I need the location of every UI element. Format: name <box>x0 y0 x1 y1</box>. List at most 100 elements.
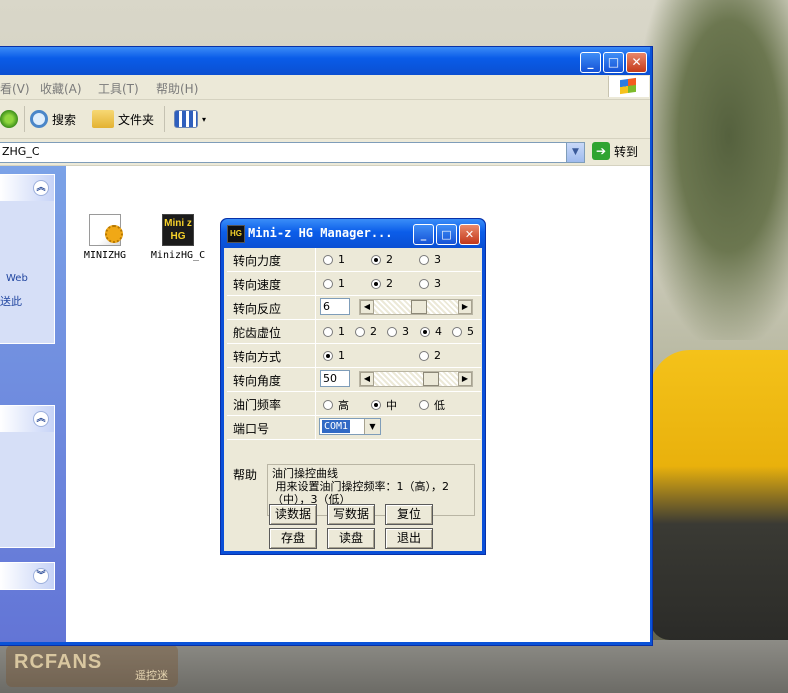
close-button[interactable]: ✕ <box>626 52 647 73</box>
radio-option[interactable]: 3 <box>419 277 441 290</box>
menu-bar: 看(V) 收藏(A) 工具(T) 帮助(H) <box>0 75 650 100</box>
menu-help[interactable]: 帮助(H) <box>156 80 198 97</box>
setting-label: 转向速度 <box>233 278 282 292</box>
task-panel-header[interactable]: ︾ <box>0 563 54 589</box>
radio-circle <box>387 326 397 337</box>
radio-label: 1 <box>338 253 345 266</box>
radio-option[interactable]: 3 <box>419 253 441 266</box>
folders-button[interactable]: 文件夹 <box>92 108 154 130</box>
file-item[interactable]: MINIZHG <box>65 214 145 261</box>
setting-label: 端口号 <box>233 422 270 436</box>
radio-option[interactable]: 中 <box>371 397 397 413</box>
radio-option[interactable]: 低 <box>419 397 445 413</box>
scroll-left-icon[interactable]: ◀ <box>360 372 374 386</box>
steering-response-value[interactable]: 6 <box>320 298 350 315</box>
search-label: 搜索 <box>52 112 77 127</box>
maximize-button[interactable]: □ <box>603 52 624 73</box>
radio-option[interactable]: 1 <box>323 277 345 290</box>
task-pane: ︽ Web 送此 ︽ ︾ <box>0 166 66 642</box>
radio-circle <box>452 326 462 337</box>
radio-option[interactable]: 4 <box>420 325 442 338</box>
search-icon <box>30 110 48 128</box>
radio-option[interactable]: 2 <box>371 253 393 266</box>
views-button[interactable]: ▾ <box>174 108 206 130</box>
radio-label: 2 <box>386 277 393 290</box>
dialog-title: Mini-z HG Manager... <box>248 226 393 240</box>
radio-label: 3 <box>434 253 441 266</box>
dialog-minimize-button[interactable]: _ <box>413 224 434 245</box>
setting-row-steering-mode: 转向方式 1 2 <box>227 344 481 368</box>
setting-label: 舵齿虚位 <box>233 326 282 340</box>
radio-option[interactable]: 1 <box>323 325 345 338</box>
load-disk-button[interactable]: 读盘 <box>327 528 375 549</box>
radio-circle <box>419 278 429 289</box>
expand-icon[interactable]: ︾ <box>33 568 49 584</box>
hg-manager-dialog: HG Mini-z HG Manager... _ □ ✕ 转向力度 1 2 3… <box>220 218 486 555</box>
file-item[interactable]: Mini z HG MinizHG_C <box>138 214 218 261</box>
radio-option[interactable]: 1 <box>323 349 345 362</box>
search-button[interactable]: 搜索 <box>30 108 76 130</box>
setting-row-servo-backlash: 舵齿虚位 1 2 3 4 5 <box>227 320 481 344</box>
port-select[interactable]: COM1 ▼ <box>319 418 381 435</box>
folder-icon <box>92 110 114 128</box>
windows-flag-icon <box>620 77 636 95</box>
radio-label: 中 <box>386 399 397 412</box>
steering-response-slider[interactable]: ◀ ▶ <box>359 299 473 315</box>
dialog-titlebar[interactable]: HG Mini-z HG Manager... _ □ ✕ <box>221 219 485 248</box>
task-panel-header[interactable]: ︽ <box>0 175 54 201</box>
explorer-titlebar[interactable]: _ □ ✕ <box>0 47 650 75</box>
radio-option[interactable]: 1 <box>323 253 345 266</box>
scroll-right-icon[interactable]: ▶ <box>458 372 472 386</box>
menu-tools[interactable]: 工具(T) <box>98 80 139 97</box>
radio-label: 低 <box>434 399 445 412</box>
collapse-icon[interactable]: ︽ <box>33 180 49 196</box>
setting-row-steering-response: 转向反应 6 ◀ ▶ <box>227 296 481 320</box>
config-file-icon <box>89 214 123 246</box>
task-panel-text[interactable]: 送此 <box>0 293 22 309</box>
scroll-left-icon[interactable]: ◀ <box>360 300 374 314</box>
radio-option[interactable]: 2 <box>419 349 441 362</box>
minimize-button[interactable]: _ <box>580 52 601 73</box>
reset-button[interactable]: 复位 <box>385 504 433 525</box>
go-button[interactable]: ➔ 转到 <box>592 142 638 160</box>
task-panel-3: ︾ <box>0 562 55 590</box>
slider-thumb[interactable] <box>411 300 427 314</box>
radio-circle <box>355 326 365 337</box>
dialog-body: 转向力度 1 2 3 转向速度 1 2 3 转向反应 6 ◀ ▶ 舵齿虚位 1 … <box>224 248 482 551</box>
menu-view[interactable]: 看(V) <box>0 80 30 97</box>
steering-angle-value[interactable]: 50 <box>320 370 350 387</box>
task-panel-header[interactable]: ︽ <box>0 406 54 432</box>
read-data-button[interactable]: 读数据 <box>269 504 317 525</box>
radio-option[interactable]: 2 <box>355 325 377 338</box>
radio-option[interactable]: 3 <box>387 325 409 338</box>
radio-option[interactable]: 高 <box>323 397 349 413</box>
radio-label: 高 <box>338 399 349 412</box>
slider-thumb[interactable] <box>423 372 439 386</box>
watermark-logo: RCFANS 遥控迷 <box>6 645 178 687</box>
radio-option[interactable]: 2 <box>371 277 393 290</box>
write-data-button[interactable]: 写数据 <box>327 504 375 525</box>
save-disk-button[interactable]: 存盘 <box>269 528 317 549</box>
setting-row-steering-speed: 转向速度 1 2 3 <box>227 272 481 296</box>
radio-label: 2 <box>386 253 393 266</box>
help-label: 帮助 <box>233 468 258 482</box>
menu-favorites[interactable]: 收藏(A) <box>40 80 82 97</box>
chevron-down-icon[interactable]: ▼ <box>364 419 380 434</box>
radio-circle <box>419 350 429 361</box>
scroll-right-icon[interactable]: ▶ <box>458 300 472 314</box>
address-dropdown-button[interactable]: ▼ <box>566 143 584 162</box>
collapse-icon[interactable]: ︽ <box>33 411 49 427</box>
task-panel-text[interactable]: Web <box>6 273 28 284</box>
radio-option[interactable]: 5 <box>452 325 474 338</box>
up-button[interactable] <box>0 108 18 130</box>
exit-button[interactable]: 退出 <box>385 528 433 549</box>
button-row-2: 存盘 读盘 退出 <box>227 526 481 549</box>
radio-label: 3 <box>434 277 441 290</box>
steering-angle-slider[interactable]: ◀ ▶ <box>359 371 473 387</box>
address-field[interactable]: ZHG_C ▼ <box>0 142 585 163</box>
views-icon <box>174 110 198 128</box>
radio-circle <box>371 254 381 265</box>
dialog-maximize-button[interactable]: □ <box>436 224 457 245</box>
dialog-close-button[interactable]: ✕ <box>459 224 480 245</box>
toolbar: 搜索 文件夹 ▾ <box>0 100 650 139</box>
